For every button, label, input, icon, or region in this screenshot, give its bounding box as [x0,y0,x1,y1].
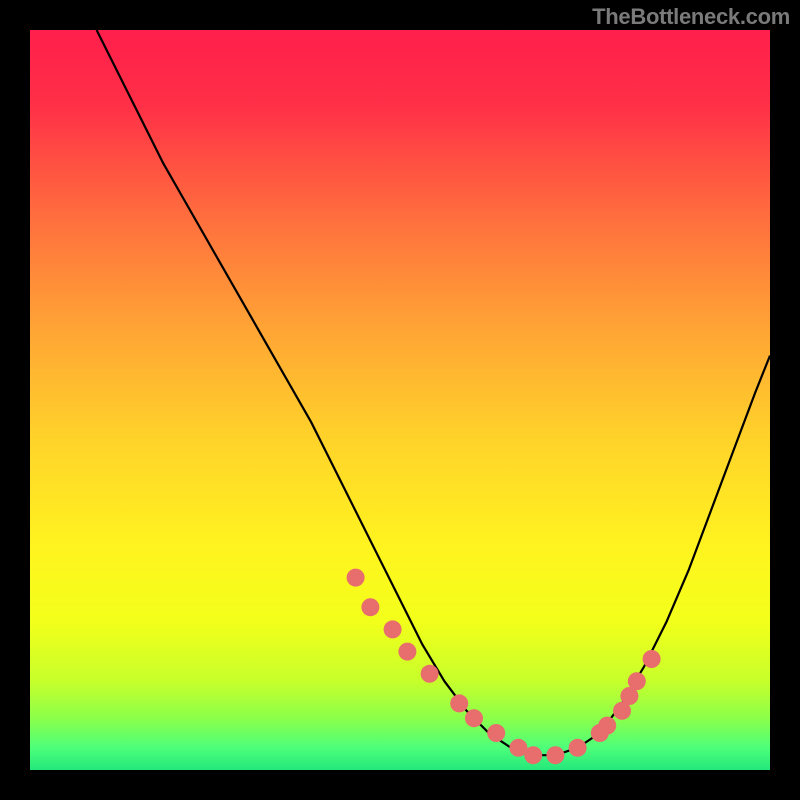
data-marker [643,650,661,668]
data-marker [465,709,483,727]
data-marker [361,598,379,616]
chart-stage: { "watermark": "TheBottleneck.com", "plo… [0,0,800,800]
data-marker [524,746,542,764]
data-marker [487,724,505,742]
data-marker [398,643,416,661]
data-marker [450,694,468,712]
data-marker [598,717,616,735]
data-marker [347,569,365,587]
data-marker [421,665,439,683]
watermark-text: TheBottleneck.com [592,4,790,30]
data-marker [569,739,587,757]
data-marker [628,672,646,690]
data-marker [546,746,564,764]
data-marker [384,620,402,638]
chart-svg [0,0,800,800]
